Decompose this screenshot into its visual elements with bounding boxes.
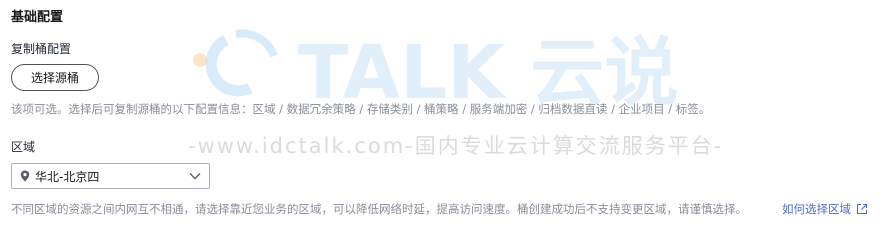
region-label: 区域 [11, 140, 36, 154]
copy-config-hint: 该项可选。选择后可复制源桶的以下配置信息：区域 / 数据冗余策略 / 存储类别 … [11, 102, 711, 116]
select-source-bucket-button[interactable]: 选择源桶 [11, 64, 99, 91]
region-select[interactable]: 华北-北京四 [11, 163, 210, 189]
section-title: 基础配置 [11, 10, 64, 25]
watermark-logo-text: TALK 云说 [298, 30, 678, 108]
region-select-value: 华北-北京四 [35, 169, 100, 184]
how-to-choose-region-link[interactable]: 如何选择区域 [782, 201, 868, 217]
copy-config-label: 复制桶配置 [11, 42, 72, 56]
region-hint: 不同区域的资源之间内网互不相通，请选择靠近您业务的区域，可以降低网络时延，提高访… [11, 202, 747, 216]
chevron-down-icon [189, 172, 201, 180]
external-link-icon [856, 203, 868, 215]
watermark-url: -www.idctalk.com-国内专业云计算交流服务平台- [188, 134, 724, 158]
watermark-logo: TALK 云说 [193, 29, 678, 108]
location-pin-icon [20, 170, 30, 182]
help-link-label: 如何选择区域 [782, 202, 851, 216]
